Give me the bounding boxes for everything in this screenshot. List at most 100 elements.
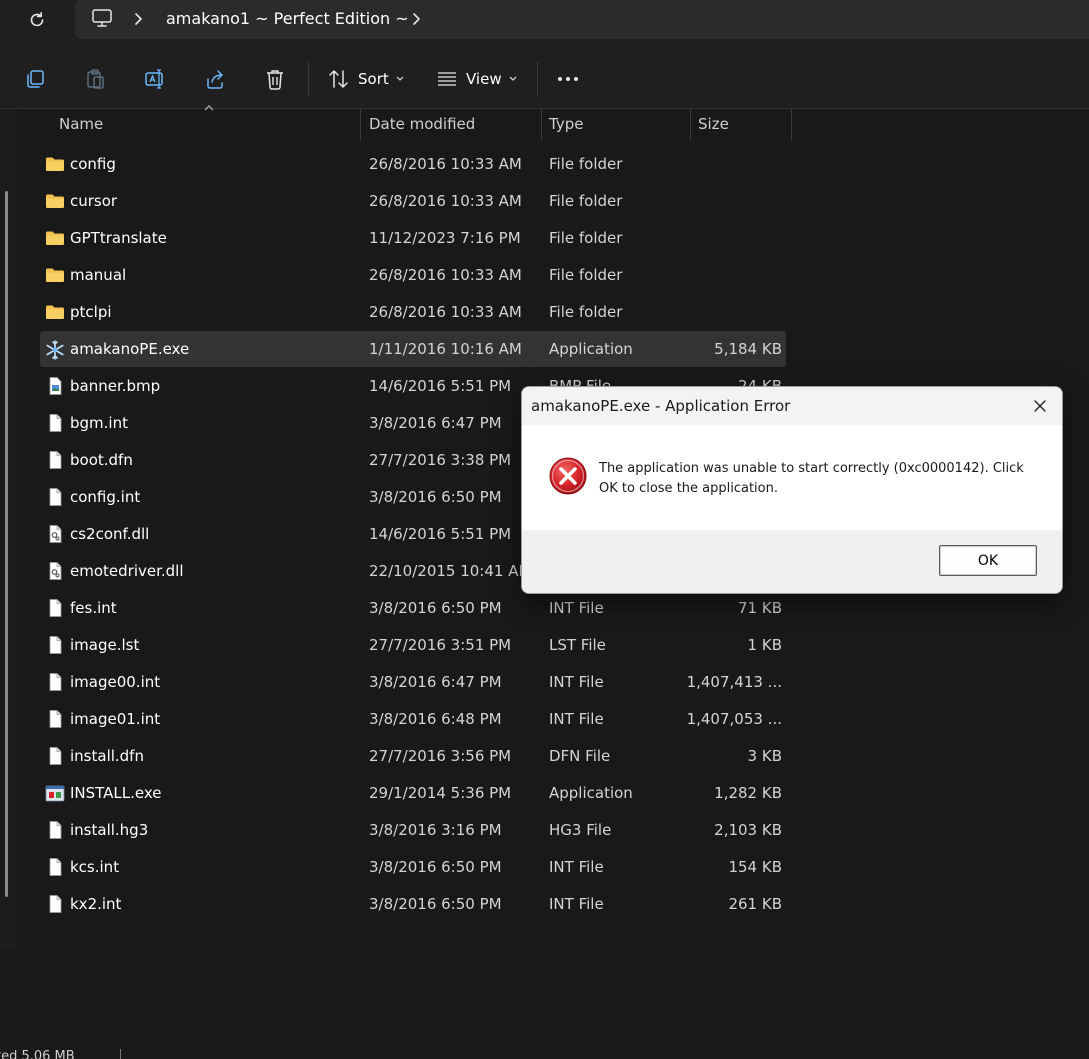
file-name: config.int [70, 488, 141, 506]
installer-app-icon [45, 784, 65, 802]
chevron-right-icon[interactable] [411, 11, 423, 27]
column-divider[interactable] [690, 109, 691, 140]
file-date-modified: 3/8/2016 6:50 PM [369, 599, 502, 617]
file-type: File folder [549, 266, 623, 284]
toolbar-divider [308, 62, 309, 96]
this-pc-icon[interactable] [91, 8, 113, 28]
file-name: kcs.int [70, 858, 120, 876]
file-icon [45, 673, 65, 691]
file-row[interactable]: fes.int 3/8/2016 6:50 PM INT File 71 KB [40, 590, 786, 626]
file-date-modified: 26/8/2016 10:33 AM [369, 155, 522, 173]
file-date-modified: 3/8/2016 6:48 PM [369, 710, 502, 728]
share-icon [207, 70, 223, 89]
file-row[interactable]: amakanoPE.exe 1/11/2016 10:16 AM Applicati… [40, 331, 786, 367]
folder-icon [45, 192, 65, 210]
file-row[interactable]: image00.int 3/8/2016 6:47 PM INT File 1,407… [40, 664, 786, 700]
file-row[interactable]: kcs.int 3/8/2016 6:50 PM INT File 154 KB [40, 849, 786, 885]
file-date-modified: 3/8/2016 6:47 PM [369, 673, 502, 691]
folder-icon [45, 303, 65, 321]
file-size: 2,103 KB [714, 821, 782, 839]
copy-button[interactable] [24, 66, 46, 92]
file-row[interactable]: GPTtranslate 11/12/2023 7:16 PM File folde… [40, 220, 786, 256]
dll-file-icon [45, 562, 65, 580]
column-header-date[interactable]: Date modified [369, 109, 475, 140]
file-name: boot.dfn [70, 451, 133, 469]
chevron-right-icon[interactable] [133, 11, 145, 27]
file-row[interactable]: INSTALL.exe 29/1/2014 5:36 PM Application 1… [40, 775, 786, 811]
sort-icon [329, 70, 348, 88]
file-type: File folder [549, 192, 623, 210]
file-type: File folder [549, 155, 623, 173]
dll-file-icon [45, 525, 65, 543]
address-field[interactable]: amakano1 ~ Perfect Edition ~ [75, 0, 1089, 39]
rename-button[interactable] [144, 66, 166, 92]
file-date-modified: 27/7/2016 3:51 PM [369, 636, 512, 654]
folder-icon [45, 229, 65, 247]
file-type: File folder [549, 229, 623, 247]
dialog-titlebar[interactable]: amakanoPE.exe - Application Error [522, 387, 1062, 425]
file-row[interactable]: ptclpi 26/8/2016 10:33 AM File folder [40, 294, 786, 330]
file-icon [45, 821, 65, 839]
file-row[interactable]: config 26/8/2016 10:33 AM File folder [40, 146, 786, 182]
rename-icon [145, 69, 163, 89]
file-row[interactable]: install.dfn 27/7/2016 3:56 PM DFN File 3 KB [40, 738, 786, 774]
application-error-dialog: amakanoPE.exe - Application Error The ap… [521, 386, 1063, 594]
file-row[interactable]: kx2.int 3/8/2016 6:50 PM INT File 261 KB [40, 886, 786, 922]
file-size: 1,407,053 ... [686, 710, 782, 728]
file-name: install.hg3 [70, 821, 149, 839]
file-row[interactable]: image.lst 27/7/2016 3:51 PM LST File 1 KB [40, 627, 786, 663]
file-type: INT File [549, 710, 604, 728]
file-type: HG3 File [549, 821, 612, 839]
file-date-modified: 27/7/2016 3:56 PM [369, 747, 512, 765]
paste-button[interactable] [84, 66, 106, 92]
column-divider[interactable] [541, 109, 542, 140]
column-header-type[interactable]: Type [549, 109, 583, 140]
file-date-modified: 11/12/2023 7:16 PM [369, 229, 521, 247]
file-type: Application [549, 784, 633, 802]
column-divider[interactable] [360, 109, 361, 140]
file-row[interactable]: manual 26/8/2016 10:33 AM File folder [40, 257, 786, 293]
file-name: kx2.int [70, 895, 122, 913]
file-size: 5,184 KB [714, 340, 782, 358]
view-button[interactable]: View [436, 66, 518, 92]
view-list-icon [438, 72, 456, 86]
file-date-modified: 3/8/2016 6:50 PM [369, 895, 502, 913]
more-options-button[interactable] [556, 66, 580, 92]
file-icon [45, 488, 65, 506]
paste-icon [87, 69, 104, 89]
sort-ascending-icon [204, 105, 214, 111]
file-date-modified: 29/1/2014 5:36 PM [369, 784, 512, 802]
file-type: INT File [549, 895, 604, 913]
address-bar: amakano1 ~ Perfect Edition ~ [0, 0, 1089, 50]
column-header-row: Name Date modified Type Size [40, 105, 800, 141]
file-name: install.dfn [70, 747, 144, 765]
delete-button[interactable] [264, 66, 286, 92]
file-name: amakanoPE.exe [70, 340, 190, 358]
refresh-button[interactable] [22, 8, 52, 32]
scrollbar-thumb[interactable] [5, 191, 8, 897]
share-button[interactable] [204, 66, 226, 92]
dialog-close-button[interactable] [1018, 387, 1062, 425]
column-header-name[interactable]: Name [59, 109, 103, 140]
file-icon [45, 636, 65, 654]
file-row[interactable]: cursor 26/8/2016 10:33 AM File folder [40, 183, 786, 219]
file-date-modified: 14/6/2016 5:51 PM [369, 377, 512, 395]
file-icon [45, 451, 65, 469]
file-date-modified: 1/11/2016 10:16 AM [369, 340, 522, 358]
dialog-body: The application was unable to start corr… [522, 425, 1062, 530]
vertical-scrollbar[interactable] [0, 109, 18, 950]
chevron-down-icon [509, 76, 517, 81]
file-row[interactable]: image01.int 3/8/2016 6:48 PM INT File 1,407… [40, 701, 786, 737]
file-name: image00.int [70, 673, 161, 691]
column-divider[interactable] [791, 109, 792, 140]
column-header-size[interactable]: Size [698, 109, 729, 140]
sort-button[interactable]: Sort [328, 66, 405, 92]
ok-button[interactable]: OK [939, 545, 1037, 576]
file-name: fes.int [70, 599, 117, 617]
refresh-icon [30, 12, 44, 27]
file-row[interactable]: install.hg3 3/8/2016 3:16 PM HG3 File 2,103… [40, 812, 786, 848]
breadcrumb-folder[interactable]: amakano1 ~ Perfect Edition ~ [166, 9, 409, 28]
file-type: Application [549, 340, 633, 358]
close-icon [1034, 400, 1046, 412]
file-type: INT File [549, 858, 604, 876]
